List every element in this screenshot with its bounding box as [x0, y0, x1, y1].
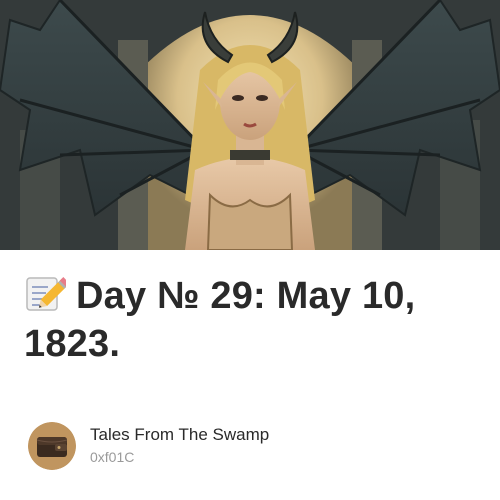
author-avatar[interactable] — [28, 422, 76, 470]
author-link[interactable]: Tales From The Swamp 0xf01C — [28, 422, 269, 470]
cover-image[interactable] — [0, 0, 500, 250]
wallet-avatar-icon — [28, 422, 76, 470]
post-card: Day № 29: May 10, 1823. Tales From The S… — [0, 0, 500, 500]
cover-illustration — [0, 0, 500, 250]
memo-pencil-icon — [24, 274, 70, 314]
author-handle: 0xf01C — [90, 449, 135, 465]
author-info: Tales From The Swamp 0xf01C — [90, 425, 269, 467]
author-name[interactable]: Tales From The Swamp — [90, 425, 269, 445]
post-title-text: Day № 29: May 10, 1823. — [24, 275, 416, 365]
post-title[interactable]: Day № 29: May 10, 1823. — [24, 272, 480, 368]
